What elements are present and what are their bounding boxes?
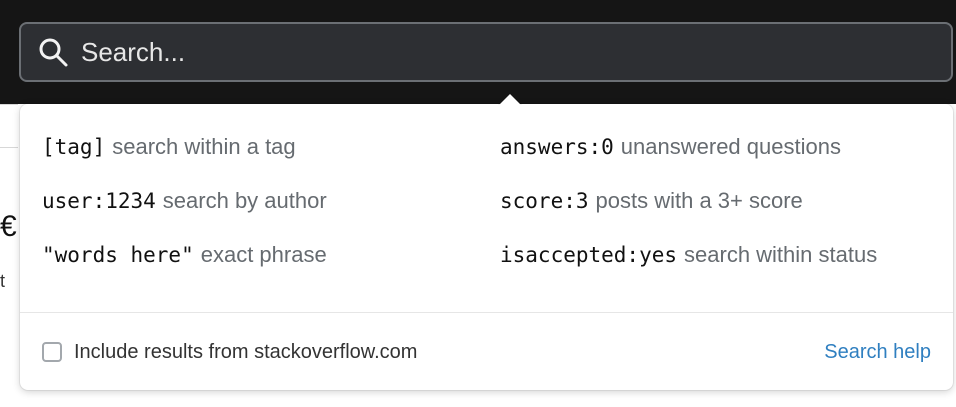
search-help-popover: [tag] search within a tag user:1234 sear… xyxy=(20,94,953,390)
search-hint-phrase: "words here" exact phrase xyxy=(42,240,327,271)
search-hint-accepted: isaccepted:yes search within status xyxy=(500,240,877,271)
include-stackoverflow-checkbox[interactable] xyxy=(42,342,62,362)
hint-code: isaccepted:yes xyxy=(500,243,678,267)
search-hint-score: score:3 posts with a 3+ score xyxy=(500,186,803,217)
search-bar[interactable] xyxy=(19,22,953,82)
search-hint-answers: answers:0 unanswered questions xyxy=(500,132,841,163)
hint-code: "words here" xyxy=(42,243,194,267)
hint-code: score:3 xyxy=(500,189,589,213)
include-stackoverflow-option[interactable]: Include results from stackoverflow.com xyxy=(42,341,417,364)
hint-description: posts with a 3+ score xyxy=(595,188,803,213)
search-hint-user: user:1234 search by author xyxy=(42,186,327,217)
search-input[interactable] xyxy=(81,24,951,80)
top-navigation-bar xyxy=(0,0,956,104)
search-icon xyxy=(37,36,69,68)
search-hints: [tag] search within a tag user:1234 sear… xyxy=(42,128,932,304)
hint-description: search within status xyxy=(684,242,878,267)
background-divider xyxy=(0,104,18,105)
search-icon-svg xyxy=(39,38,68,67)
search-help-link[interactable]: Search help xyxy=(824,341,931,364)
include-stackoverflow-label: Include results from stackoverflow.com xyxy=(74,340,418,363)
popover-footer: Include results from stackoverflow.com S… xyxy=(42,336,931,368)
hint-description: search within a tag xyxy=(112,134,296,159)
background-text-fragment: t xyxy=(0,272,6,290)
search-hint-tag: [tag] search within a tag xyxy=(42,132,296,163)
popover-caret xyxy=(498,94,522,106)
hint-description: exact phrase xyxy=(200,242,327,267)
background-heading-fragment: € xyxy=(0,212,18,242)
hint-code: [tag] xyxy=(42,135,106,159)
page: € t [tag] search within a tag user:1234 … xyxy=(0,0,956,407)
hint-description: search by author xyxy=(162,188,327,213)
popover-divider xyxy=(20,312,953,313)
hint-description: unanswered questions xyxy=(620,134,841,159)
hint-code: answers:0 xyxy=(500,135,614,159)
hint-code: user:1234 xyxy=(42,189,156,213)
background-divider xyxy=(0,147,18,148)
